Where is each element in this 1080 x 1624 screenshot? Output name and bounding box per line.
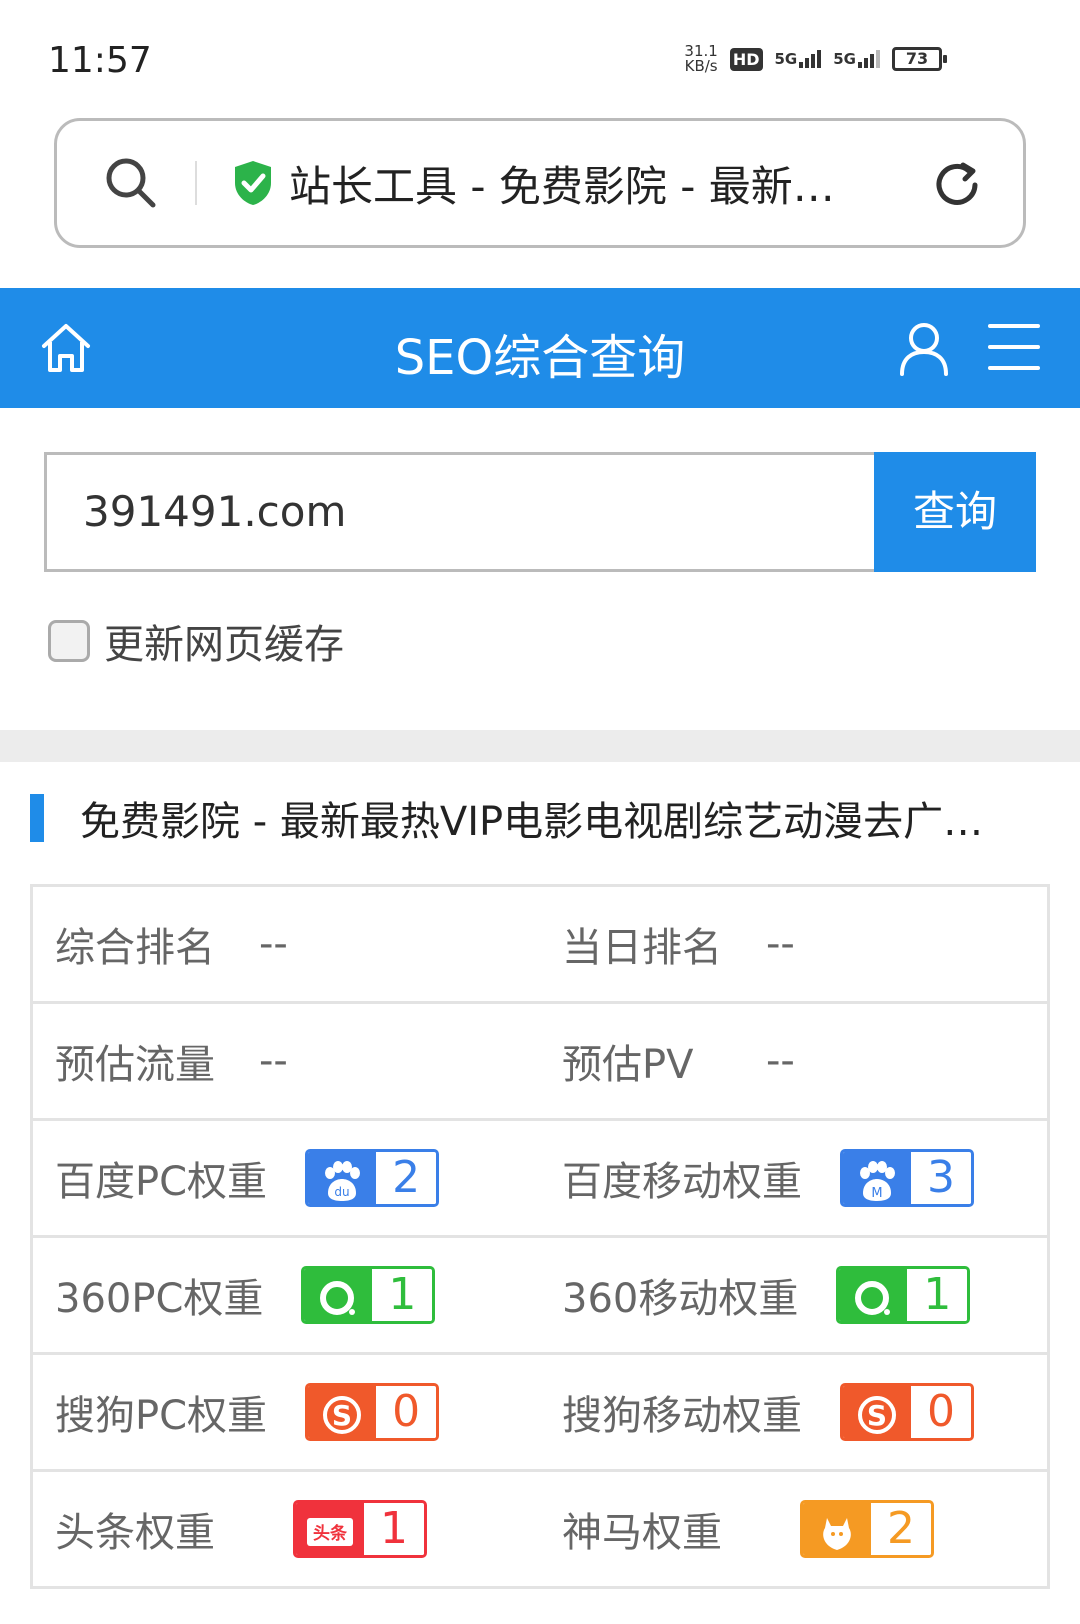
weight-value: 2 [376, 1152, 437, 1204]
menu-icon[interactable] [988, 324, 1040, 370]
security-shield-icon [235, 161, 271, 205]
table-cell: 当日排名 -- [540, 887, 1047, 1001]
table-cell: 搜狗移动权重 S 0 [540, 1355, 1047, 1469]
cell-value: -- [766, 921, 795, 967]
signal-icon: 5G [775, 50, 822, 68]
cell-value: -- [766, 1038, 795, 1084]
360-pc-weight-badge[interactable]: 1 [301, 1266, 436, 1324]
weight-value: 0 [376, 1386, 437, 1438]
table-cell: 神马权重 2 [540, 1472, 1047, 1586]
cache-option[interactable]: 更新网页缓存 [48, 612, 344, 670]
site-title: 免费影院 - 最新最热VIP电影电视剧综艺动漫去广… [30, 790, 1050, 846]
table-cell: 360PC权重 1 [33, 1238, 540, 1352]
360-icon [839, 1269, 908, 1321]
network-speed: 31.1 KB/s [684, 42, 718, 75]
signal-icon: 5G [833, 50, 880, 68]
section-divider [0, 730, 1080, 762]
status-bar: 11:57 31.1 KB/s HD 5G 5G 73 [0, 0, 1080, 110]
cell-label: 预估PV [562, 1042, 694, 1088]
cell-label: 百度PC权重 [55, 1159, 268, 1205]
domain-input[interactable]: 391491.com [44, 452, 874, 572]
cell-label: 神马权重 [562, 1510, 722, 1556]
table-cell: 360移动权重 1 [540, 1238, 1047, 1352]
site-header: SEO综合查询 [0, 288, 1080, 408]
baidu-mobile-icon: M [843, 1152, 911, 1204]
sogou-mobile-weight-badge[interactable]: S 0 [840, 1383, 974, 1441]
cell-label: 搜狗移动权重 [562, 1393, 802, 1439]
weight-value: 1 [364, 1503, 424, 1555]
seo-info-table: 综合排名 -- 当日排名 -- 预估流量 -- 预估PV -- 百度PC权重 d… [30, 884, 1050, 1589]
weight-value: 2 [871, 1503, 931, 1555]
title-marker [30, 794, 44, 842]
cell-label: 预估流量 [55, 1042, 215, 1088]
status-time: 11:57 [48, 40, 152, 81]
table-cell: 综合排名 -- [33, 887, 540, 1001]
cell-label: 当日排名 [562, 925, 722, 971]
sogou-icon: S [308, 1386, 377, 1438]
table-row: 综合排名 -- 当日排名 -- [33, 887, 1047, 1004]
table-cell: 预估流量 -- [33, 1004, 540, 1118]
360-icon [304, 1269, 373, 1321]
table-cell: 搜狗PC权重 S 0 [33, 1355, 540, 1469]
hd-icon: HD [729, 47, 763, 71]
divider [195, 161, 197, 205]
table-cell: 百度PC权重 du 2 [33, 1121, 540, 1235]
search-form: 391491.com 查询 [44, 452, 1036, 572]
shenma-horse-icon [803, 1503, 871, 1555]
cell-label: 360移动权重 [562, 1276, 799, 1322]
table-row: 百度PC权重 du 2 百度移动权重 M 3 [33, 1121, 1047, 1238]
cache-label: 更新网页缓存 [104, 622, 344, 668]
cache-checkbox[interactable] [48, 620, 90, 662]
battery-icon: 73 [892, 47, 947, 71]
toutiao-icon: 头条 [296, 1503, 364, 1555]
cell-value: -- [259, 1038, 288, 1084]
cell-label: 综合排名 [55, 925, 215, 971]
weight-value: 3 [911, 1152, 971, 1204]
shenma-weight-badge[interactable]: 2 [800, 1500, 934, 1558]
cell-label: 百度移动权重 [562, 1159, 802, 1205]
refresh-icon[interactable] [929, 157, 985, 213]
search-icon[interactable] [101, 153, 161, 213]
user-icon[interactable] [898, 320, 950, 376]
table-cell: 头条权重 头条 1 [33, 1472, 540, 1586]
sogou-pc-weight-badge[interactable]: S 0 [305, 1383, 440, 1441]
360-mobile-weight-badge[interactable]: 1 [836, 1266, 971, 1324]
svg-text:du: du [334, 1185, 349, 1199]
svg-text:S: S [867, 1399, 887, 1432]
baidu-icon: du [308, 1152, 377, 1204]
browser-address-bar[interactable]: 站长工具 - 免费影院 - 最新… [54, 118, 1026, 248]
toutiao-weight-badge[interactable]: 头条 1 [293, 1500, 427, 1558]
table-cell: 预估PV -- [540, 1004, 1047, 1118]
query-button[interactable]: 查询 [874, 452, 1036, 572]
baidu-pc-weight-badge[interactable]: du 2 [305, 1149, 440, 1207]
weight-value: 1 [907, 1269, 968, 1321]
cell-label: 搜狗PC权重 [55, 1393, 268, 1439]
sogou-icon: S [843, 1386, 911, 1438]
table-row: 360PC权重 1 360移动权重 1 [33, 1238, 1047, 1355]
status-icons: 31.1 KB/s HD 5G 5G 73 [684, 42, 947, 75]
site-title-text[interactable]: 免费影院 - 最新最热VIP电影电视剧综艺动漫去广… [80, 789, 1038, 847]
table-row: 预估流量 -- 预估PV -- [33, 1004, 1047, 1121]
svg-text:S: S [332, 1399, 352, 1432]
svg-text:M: M [871, 1186, 882, 1201]
cell-label: 头条权重 [55, 1510, 215, 1556]
cell-label: 360PC权重 [55, 1276, 264, 1322]
cell-value: -- [259, 921, 288, 967]
svg-text:头条: 头条 [313, 1523, 348, 1544]
baidu-mobile-weight-badge[interactable]: M 3 [840, 1149, 974, 1207]
table-row: 搜狗PC权重 S 0 搜狗移动权重 S 0 [33, 1355, 1047, 1472]
page-title-url[interactable]: 站长工具 - 免费影院 - 最新… [289, 153, 885, 214]
table-row: 头条权重 头条 1 神马权重 2 [33, 1472, 1047, 1589]
table-cell: 百度移动权重 M 3 [540, 1121, 1047, 1235]
weight-value: 1 [372, 1269, 433, 1321]
weight-value: 0 [911, 1386, 971, 1438]
